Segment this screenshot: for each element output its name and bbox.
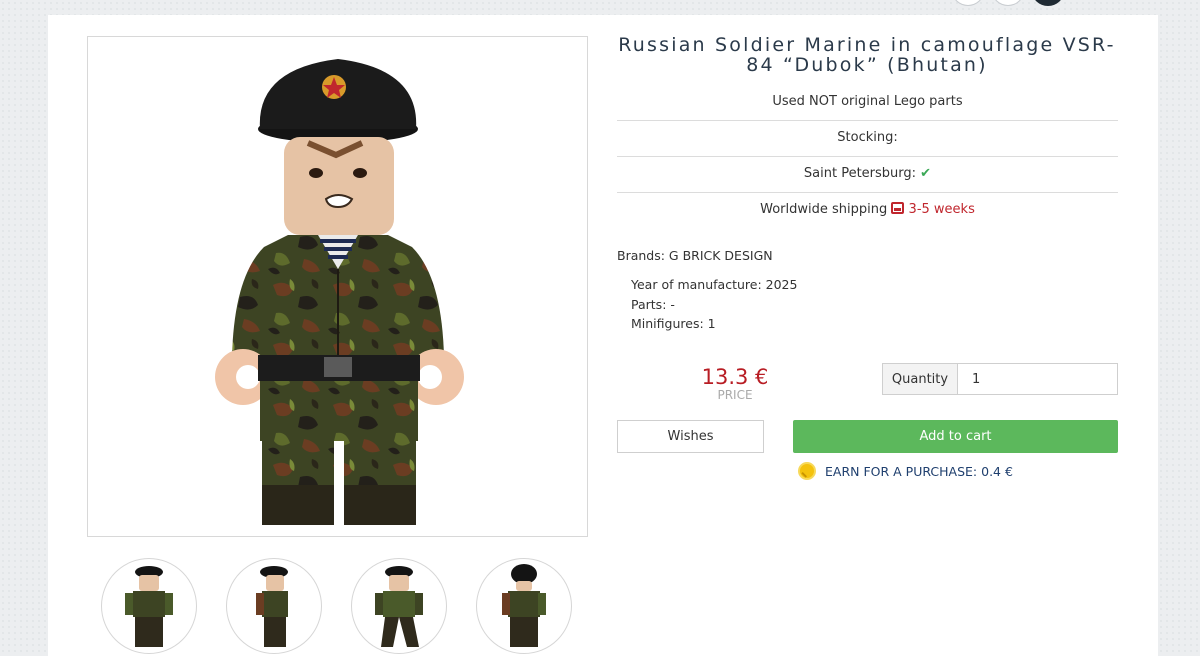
delivery-box-icon (891, 202, 905, 214)
divider (617, 192, 1118, 193)
nav-circle[interactable] (952, 0, 984, 6)
divider (617, 156, 1118, 157)
thumbnail-back[interactable] (476, 558, 572, 654)
thumbnail-front[interactable] (101, 558, 197, 654)
shipping-info: Worldwide shipping 3-5 weeks (617, 202, 1118, 217)
minifigures-count: Minifigures: 1 (631, 316, 716, 331)
product-note: Used NOT original Lego parts (772, 94, 963, 109)
top-nav-circles (952, 0, 1064, 6)
product-card: Russian Soldier Marine in camouflage VSR… (48, 15, 1158, 656)
minifigure-illustration (215, 59, 464, 525)
check-icon: ✔ (920, 166, 932, 181)
location-label: Saint Petersburg: (803, 166, 917, 181)
wishes-button[interactable]: Wishes (617, 420, 764, 453)
quantity-input[interactable]: 1 (958, 363, 1118, 395)
earn-label: EARN FOR A PURCHASE: 0.4 € (825, 463, 1013, 479)
nav-circle[interactable] (992, 0, 1024, 6)
price-block: 13.3 € PRICE (668, 365, 802, 402)
thumbnail-gallery (101, 558, 572, 654)
price-label: PRICE (717, 388, 753, 402)
add-to-cart-button[interactable]: Add to cart (793, 420, 1118, 453)
nav-circle-active[interactable] (1032, 0, 1064, 6)
product-title: Russian Soldier Marine in camouflage VSR… (618, 34, 1116, 76)
bonus-coin-icon (798, 462, 816, 480)
product-main-image[interactable] (87, 36, 588, 537)
stocking-label: Stocking: (837, 130, 898, 145)
shipping-label: Worldwide shipping (760, 202, 888, 217)
shipping-time: 3-5 weeks (908, 202, 975, 217)
brand-label: Brands: G BRICK DESIGN (617, 248, 773, 263)
price-value: 13.3 € (701, 365, 769, 389)
thumbnail-walking[interactable] (351, 558, 447, 654)
divider (617, 120, 1118, 121)
product-specs: Brands: G BRICK DESIGN Year of manufactu… (617, 248, 797, 334)
stock-location: Saint Petersburg: ✔ (617, 166, 1118, 181)
parts-count: Parts: - (631, 296, 675, 312)
year-of-manufacture: Year of manufacture: 2025 (631, 277, 798, 292)
thumbnail-side[interactable] (226, 558, 322, 654)
quantity-label: Quantity (882, 363, 958, 395)
earn-bonus: EARN FOR A PURCHASE: 0.4 € (798, 462, 1013, 480)
quantity-field: Quantity 1 (882, 363, 1118, 395)
